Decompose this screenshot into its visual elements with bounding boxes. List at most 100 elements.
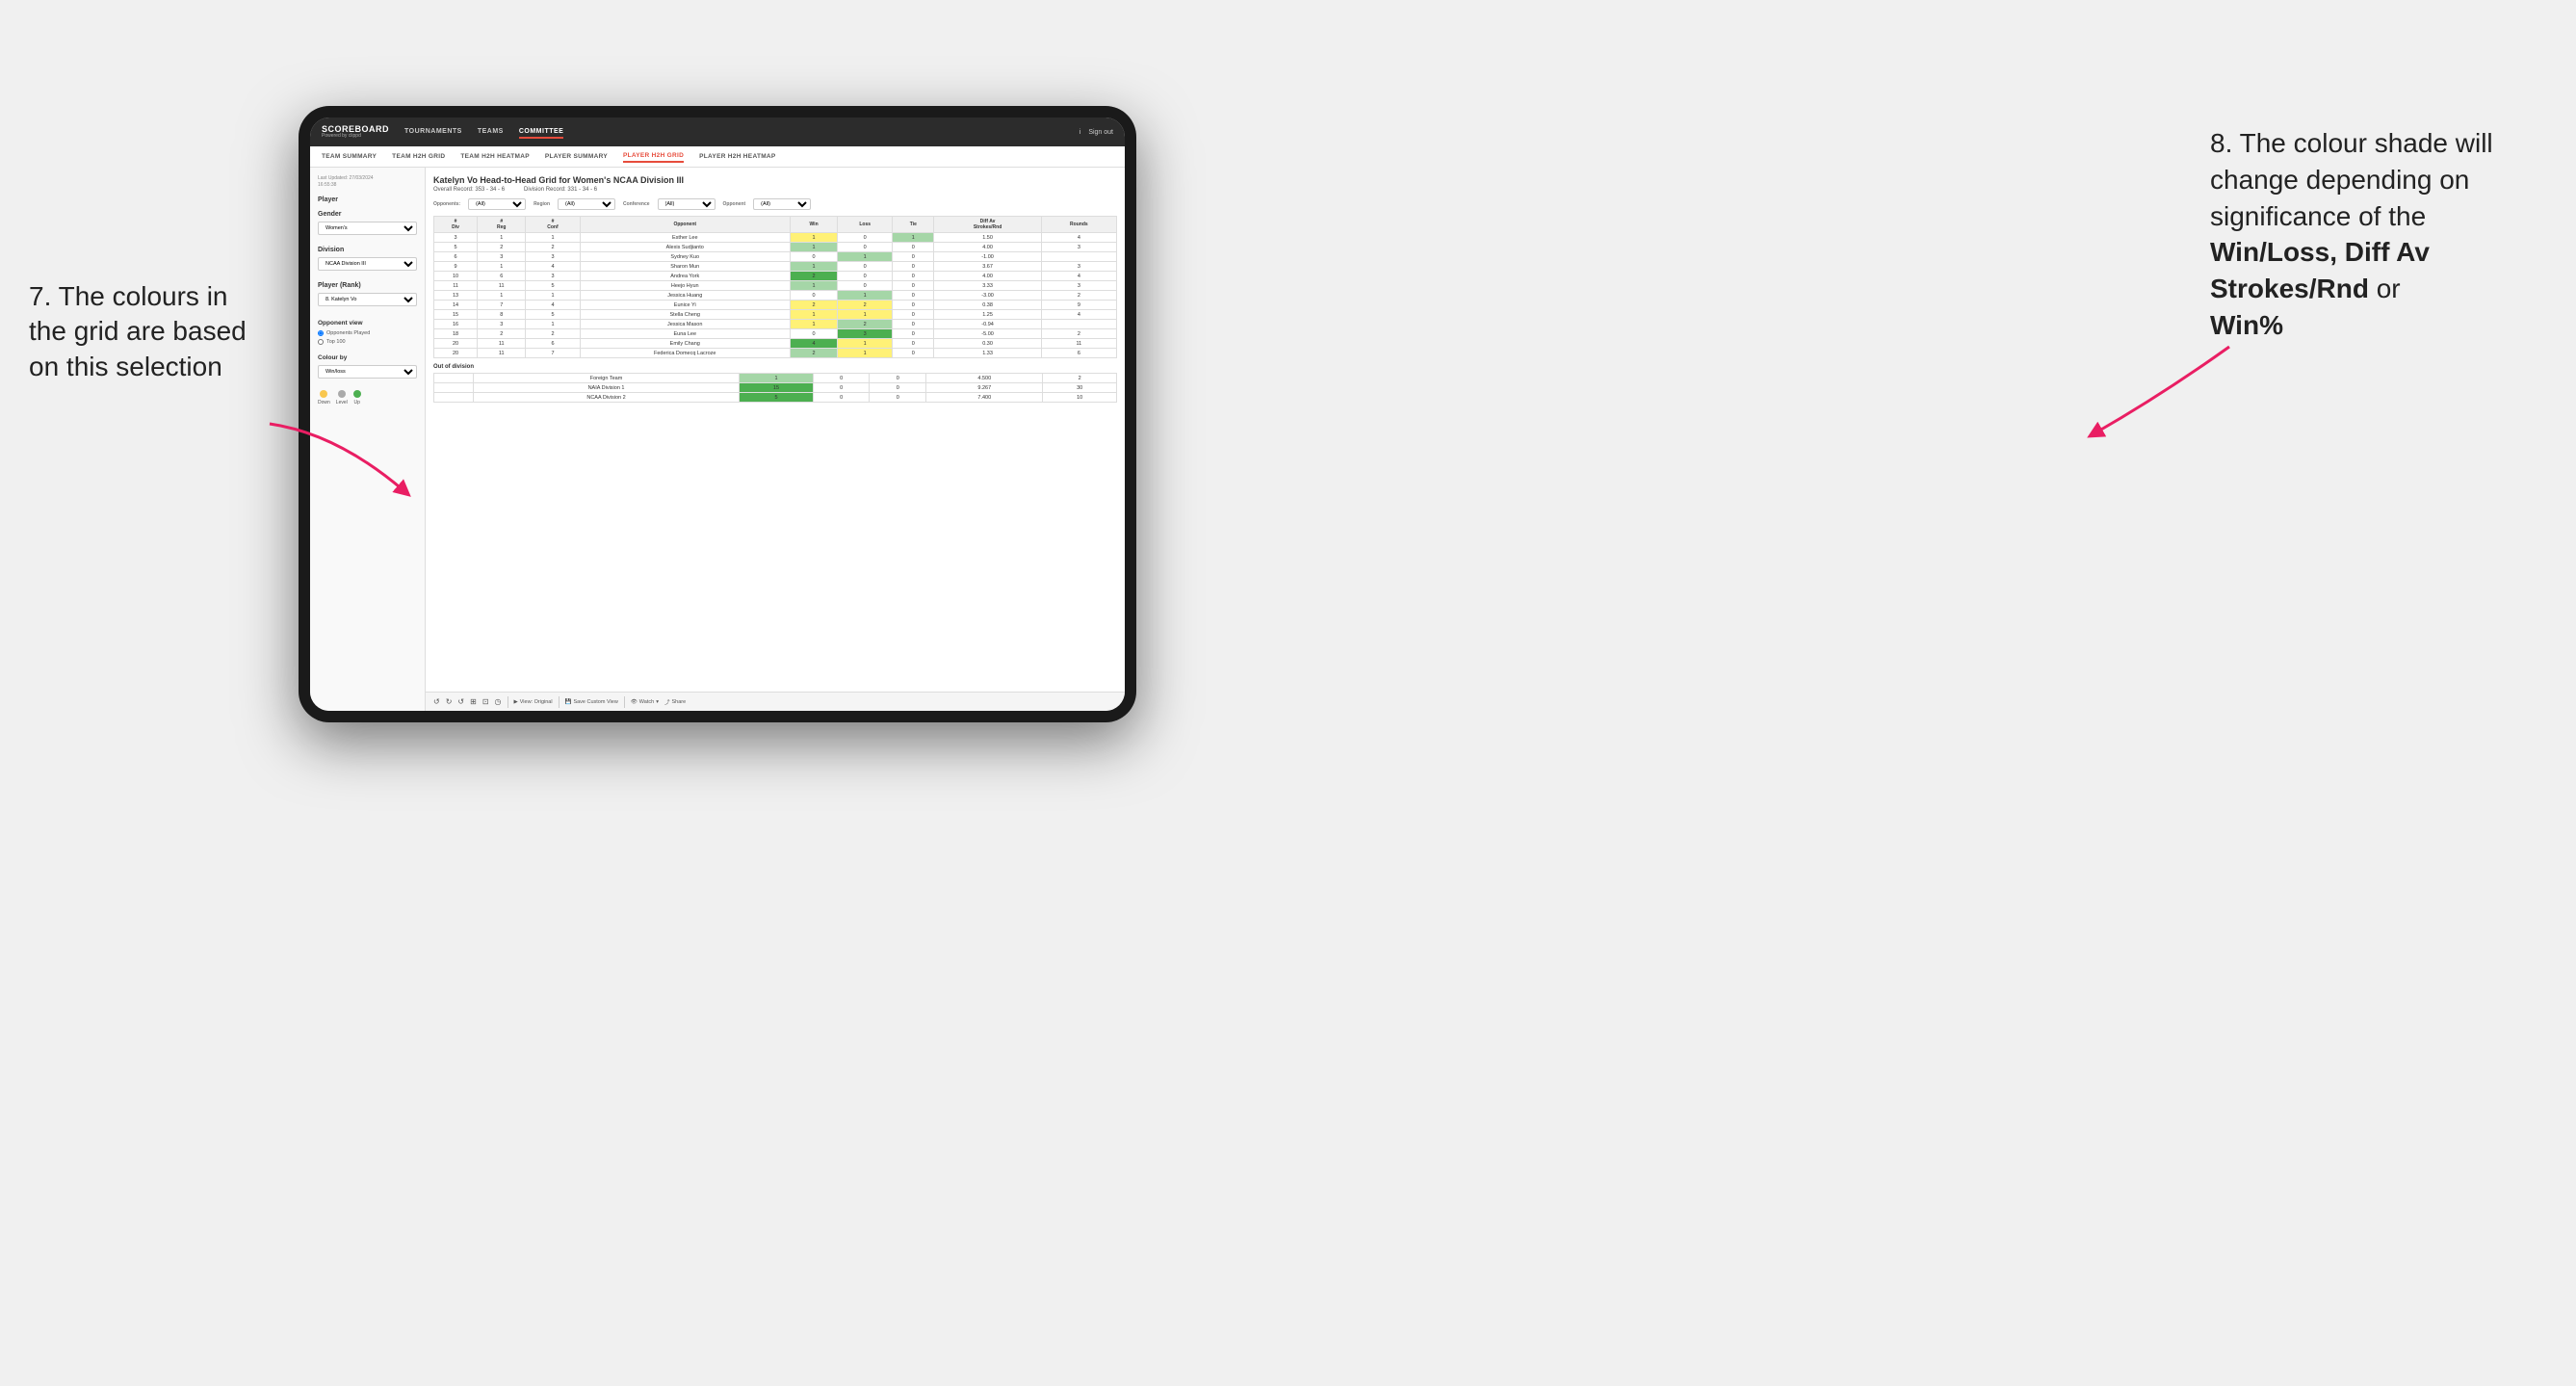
- out-of-division-section: Out of division Foreign Team 1 0 0 4.500: [433, 364, 1117, 403]
- gender-select[interactable]: Women's: [318, 222, 417, 235]
- arrow-left-svg: [260, 414, 414, 530]
- col-tie: Tie: [893, 217, 934, 233]
- grid-title: Katelyn Vo Head-to-Head Grid for Women's…: [433, 175, 1117, 185]
- table-row: 20116 Emily Chang 4 1 0 0.3011: [434, 339, 1117, 349]
- division-select[interactable]: NCAA Division III: [318, 257, 417, 271]
- conference-filter-select[interactable]: (All): [658, 198, 716, 210]
- legend-up-dot: [353, 390, 361, 398]
- logo-area: SCOREBOARD Powered by clippd: [322, 125, 389, 139]
- table-row: NCAA Division 2 5 0 0 7.400 10: [434, 393, 1117, 403]
- legend-level-dot: [338, 390, 346, 398]
- share-btn[interactable]: ⤴ Share: [664, 698, 686, 706]
- overall-record: Overall Record: 353 - 34 - 6: [433, 187, 505, 193]
- tab-player-h2h-heatmap[interactable]: PLAYER H2H HEATMAP: [699, 151, 775, 162]
- region-filter-select[interactable]: (All): [558, 198, 615, 210]
- save-custom-btn[interactable]: 💾 Save Custom View: [565, 699, 618, 705]
- player-rank-select[interactable]: 8. Katelyn Vo: [318, 293, 417, 306]
- sign-out-button[interactable]: Sign out: [1088, 129, 1113, 136]
- info-icon[interactable]: i: [1080, 129, 1081, 136]
- legend-up-label: Up: [354, 400, 360, 405]
- watch-icon: 👁: [631, 699, 637, 705]
- out-of-division-label: Out of division: [433, 364, 1117, 370]
- redo-icon[interactable]: ↻: [446, 697, 453, 706]
- col-diff: Diff AvStrokes/Rnd: [934, 217, 1041, 233]
- share-icon: ⤴: [664, 698, 670, 706]
- view-original-btn[interactable]: ▶ View: Original: [514, 699, 553, 705]
- nav-committee[interactable]: COMMITTEE: [519, 126, 564, 139]
- opponent-filter-label: Opponent: [723, 201, 746, 207]
- division-label: Division: [318, 247, 417, 253]
- tab-team-summary[interactable]: TEAM SUMMARY: [322, 151, 377, 162]
- record-row: Overall Record: 353 - 34 - 6 Division Re…: [433, 187, 1117, 193]
- clock-icon[interactable]: ◷: [495, 697, 502, 706]
- legend-down-dot: [320, 390, 327, 398]
- table-row: 1631 Jessica Mason 1 2 0 -0.94: [434, 320, 1117, 329]
- arrow-right-svg: [2066, 337, 2239, 453]
- tab-team-h2h-heatmap[interactable]: TEAM H2H HEATMAP: [460, 151, 530, 162]
- copy-icon[interactable]: ⊞: [470, 697, 477, 706]
- separator3: [624, 696, 625, 708]
- right-content: Katelyn Vo Head-to-Head Grid for Women's…: [426, 168, 1125, 711]
- tablet-device: SCOREBOARD Powered by clippd TOURNAMENTS…: [299, 106, 1136, 722]
- table-row: 20117 Federica Domecq Lacroze 2 1 0 1.33…: [434, 349, 1117, 358]
- player-rank-label: Player (Rank): [318, 282, 417, 289]
- opponents-filter-select[interactable]: (All): [468, 198, 526, 210]
- nav-teams[interactable]: TEAMS: [478, 126, 504, 139]
- col-win: Win: [790, 217, 837, 233]
- col-opponent: Opponent: [580, 217, 790, 233]
- tab-player-summary[interactable]: PLAYER SUMMARY: [545, 151, 608, 162]
- out-of-division-table: Foreign Team 1 0 0 4.500 2 NAIA Divisio: [433, 373, 1117, 403]
- top-navigation: SCOREBOARD Powered by clippd TOURNAMENTS…: [310, 118, 1125, 146]
- undo-icon[interactable]: ↺: [433, 697, 440, 706]
- annotation-left: 7. The colours in the grid are based on …: [29, 279, 270, 384]
- view-icon: ▶: [514, 699, 518, 705]
- division-record: Division Record: 331 - 34 - 6: [524, 187, 597, 193]
- filter-row: Opponents: (All) Region (All) Conference…: [433, 198, 1117, 210]
- table-row: 914 Sharon Mun 1 0 0 3.673: [434, 262, 1117, 272]
- region-filter-label: Region: [533, 201, 550, 207]
- colour-by-select[interactable]: Win/loss: [318, 365, 417, 379]
- table-row: 633 Sydney Kuo 0 1 0 -1.00: [434, 252, 1117, 262]
- table-row: 1822 Euna Lee 0 3 0 -5.002: [434, 329, 1117, 339]
- opponent-view-label: Opponent view: [318, 320, 417, 327]
- grid-area: Katelyn Vo Head-to-Head Grid for Women's…: [426, 168, 1125, 692]
- table-row: Foreign Team 1 0 0 4.500 2: [434, 374, 1117, 383]
- save-icon: 💾: [565, 699, 572, 705]
- undo2-icon[interactable]: ↺: [457, 697, 464, 706]
- tab-team-h2h-grid[interactable]: TEAM H2H GRID: [392, 151, 445, 162]
- opponents-played-radio[interactable]: Opponents Played: [318, 330, 417, 336]
- col-div: #Div: [434, 217, 478, 233]
- legend-level-label: Level: [336, 400, 348, 405]
- separator1: [507, 696, 508, 708]
- main-content: Last Updated: 27/03/2024 16:55:38 Player…: [310, 168, 1125, 711]
- watch-btn[interactable]: 👁 Watch ▾: [631, 699, 659, 705]
- legend-down: Down: [318, 390, 330, 405]
- paste-icon[interactable]: ⊡: [482, 697, 489, 706]
- table-row: 311 Esther Lee 1 0 1 1.504: [434, 233, 1117, 243]
- annotation-right: 8. The colour shade will change dependin…: [2210, 125, 2557, 344]
- gender-label: Gender: [318, 211, 417, 218]
- legend-down-label: Down: [318, 400, 330, 405]
- table-row: 1063 Andrea York 2 0 0 4.004: [434, 272, 1117, 281]
- logo-sub: Powered by clippd: [322, 134, 389, 139]
- col-reg: #Reg: [478, 217, 526, 233]
- sub-navigation: TEAM SUMMARY TEAM H2H GRID TEAM H2H HEAT…: [310, 146, 1125, 168]
- conference-filter-label: Conference: [623, 201, 650, 207]
- tablet-screen: SCOREBOARD Powered by clippd TOURNAMENTS…: [310, 118, 1125, 711]
- opponent-filter-select[interactable]: (All): [753, 198, 811, 210]
- top100-radio[interactable]: Top 100: [318, 339, 417, 345]
- player-label: Player: [318, 196, 417, 203]
- h2h-table: #Div #Reg #Conf Opponent Win Loss Tie Di…: [433, 216, 1117, 358]
- tab-player-h2h-grid[interactable]: PLAYER H2H GRID: [623, 150, 684, 163]
- table-row: 1474 Eunice Yi 2 2 0 0.389: [434, 301, 1117, 310]
- col-loss: Loss: [838, 217, 893, 233]
- nav-items: TOURNAMENTS TEAMS COMMITTEE: [404, 126, 1080, 139]
- table-row: 11115 Heejo Hyun 1 0 0 3.333: [434, 281, 1117, 291]
- nav-tournaments[interactable]: TOURNAMENTS: [404, 126, 462, 139]
- watch-chevron: ▾: [656, 699, 659, 705]
- col-conf: #Conf: [526, 217, 580, 233]
- col-rounds: Rounds: [1041, 217, 1116, 233]
- colour-by-label: Colour by: [318, 354, 417, 361]
- nav-right: i Sign out: [1080, 129, 1113, 136]
- table-row: 1311 Jessica Huang 0 1 0 -3.002: [434, 291, 1117, 301]
